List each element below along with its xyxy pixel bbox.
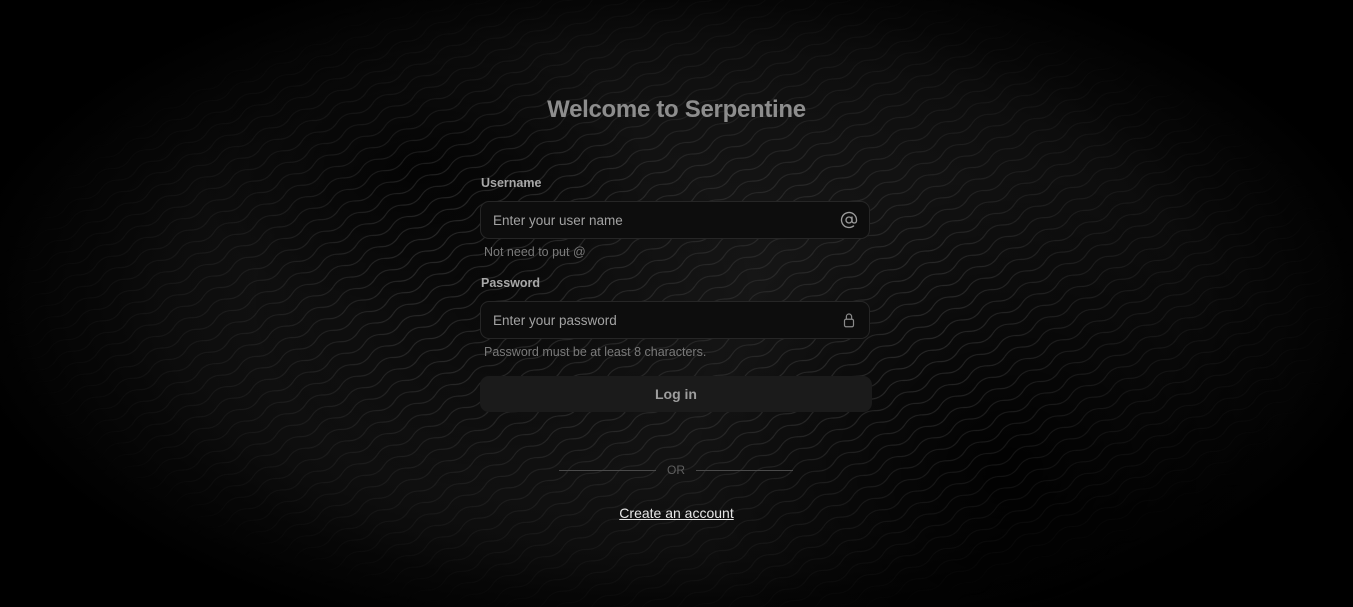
password-hint: Password must be at least 8 characters. [484,345,707,359]
create-account-container: Create an account [0,505,1353,521]
password-label: Password [481,276,541,290]
password-field-container [480,301,870,339]
or-divider: OR [559,462,793,480]
page-title: Welcome to Serpentine [547,96,806,123]
login-page: Welcome to Serpentine Username Not need … [0,0,1353,607]
divider-line-right [696,470,793,471]
username-label: Username [481,176,542,190]
at-sign-icon [840,211,858,229]
password-input[interactable] [493,302,823,338]
create-account-link[interactable]: Create an account [619,505,733,521]
lock-icon [843,313,855,328]
username-hint: Not need to put @ [484,245,586,259]
login-button[interactable]: Log in [480,376,872,412]
username-field-container [480,201,870,239]
username-input[interactable] [493,202,823,238]
